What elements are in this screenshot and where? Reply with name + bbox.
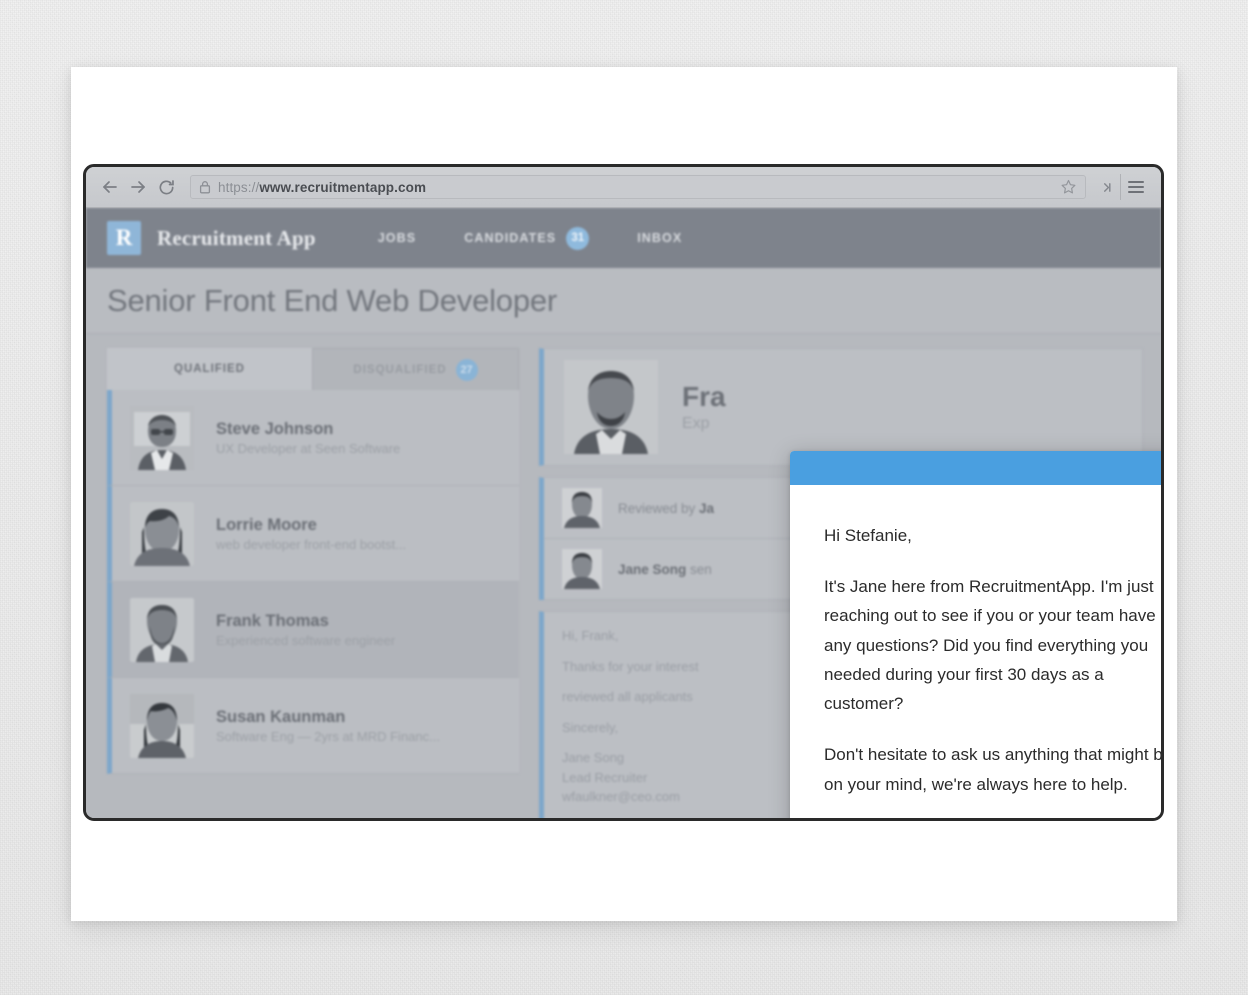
candidate-name: Steve Johnson — [216, 419, 334, 438]
modal-paragraph-2: Don't hesitate to ask us anything that m… — [824, 745, 1161, 794]
browser-toolbar: https://www.recruitmentapp.com — [86, 167, 1161, 208]
list-item-meta: Steve Johnson UX Developer at Seen Softw… — [216, 418, 400, 458]
url-text: https://www.recruitmentapp.com — [218, 180, 426, 195]
activity-suffix: sen — [686, 561, 712, 577]
candidate-role: web developer front-end bootst... — [216, 536, 407, 552]
overflow-arrow-icon[interactable] — [1094, 174, 1121, 200]
page-title-bar: Senior Front End Web Developer — [86, 268, 1161, 334]
disqualified-count-badge: 27 — [455, 358, 478, 381]
candidate-detail-name: Fra — [682, 381, 726, 413]
forward-arrow-icon[interactable] — [124, 173, 152, 201]
app-viewport: R Recruitment App JOBS CANDIDATES 31 INB… — [86, 208, 1161, 818]
activity-actor: Jane Song — [618, 561, 687, 577]
tab-disqualified[interactable]: DISQUALIFIED 27 — [312, 348, 519, 390]
candidates-count-badge: 31 — [566, 226, 590, 250]
candidate-detail-role: Exp — [682, 415, 710, 433]
avatar — [130, 693, 194, 758]
toolbar-right-controls — [1094, 174, 1151, 200]
avatar — [130, 405, 194, 470]
back-arrow-icon[interactable] — [96, 173, 124, 201]
activity-actor: Ja — [699, 500, 715, 516]
url-bar[interactable]: https://www.recruitmentapp.com — [190, 175, 1086, 199]
list-item-meta: Frank Thomas Experienced software engine… — [216, 610, 395, 650]
tab-qualified[interactable]: QUALIFIED — [107, 348, 312, 390]
brand-logo-icon: R — [107, 221, 141, 255]
url-host: www.recruitmentapp.com — [259, 179, 427, 195]
modal-paragraph-1: It's Jane here from RecruitmentApp. I'm … — [824, 577, 1156, 714]
candidate-detail-header: Fra Exp — [539, 348, 1143, 466]
page-title: Senior Front End Web Developer — [107, 282, 558, 318]
nav-item-jobs-label: JOBS — [377, 231, 417, 245]
nav-item-inbox[interactable]: INBOX — [637, 231, 682, 245]
candidate-name: Lorrie Moore — [216, 515, 317, 534]
candidate-detail-meta: Fra Exp — [682, 379, 726, 435]
candidate-role: Experienced software engineer — [216, 632, 396, 648]
url-scheme: https:// — [218, 179, 260, 195]
candidate-role: Software Eng — 2yrs at MRD Financ... — [216, 728, 440, 744]
list-item[interactable]: Steve Johnson UX Developer at Seen Softw… — [107, 390, 519, 486]
main-nav: JOBS CANDIDATES 31 INBOX — [378, 226, 731, 250]
brand-name: Recruitment App — [157, 225, 316, 250]
candidate-tabs: QUALIFIED DISQUALIFIED 27 — [107, 348, 519, 390]
reload-icon[interactable] — [152, 173, 180, 201]
avatar — [562, 488, 602, 528]
avatar — [130, 597, 194, 662]
avatar — [130, 501, 194, 566]
browser-window: https://www.recruitmentapp.com R Recruit… — [83, 164, 1164, 821]
app-header: R Recruitment App JOBS CANDIDATES 31 INB… — [86, 208, 1161, 268]
list-item[interactable]: Lorrie Moore web developer front-end boo… — [107, 486, 519, 582]
candidate-role: UX Developer at Seen Software — [216, 440, 401, 456]
candidate-name: Susan Kaunman — [216, 707, 346, 726]
tab-disqualified-label: DISQUALIFIED — [353, 363, 447, 376]
nav-item-jobs[interactable]: JOBS — [378, 231, 416, 245]
activity-text: Reviewed by Ja — [618, 501, 714, 516]
modal-body: Hi Stefanie, It's Jane here from Recruit… — [790, 485, 1161, 818]
nav-item-inbox-label: INBOX — [637, 231, 683, 245]
activity-text: Jane Song sen — [618, 562, 712, 577]
tab-qualified-label: QUALIFIED — [174, 362, 245, 375]
nav-item-candidates-label: CANDIDATES — [464, 231, 557, 245]
list-item-meta: Susan Kaunman Software Eng — 2yrs at MRD… — [216, 706, 440, 746]
activity-prefix: Reviewed by — [618, 500, 700, 516]
candidate-name: Frank Thomas — [216, 611, 329, 630]
list-item[interactable]: Frank Thomas Experienced software engine… — [107, 582, 519, 678]
lock-icon — [199, 180, 211, 194]
modal-greeting: Hi Stefanie, — [824, 526, 912, 545]
avatar — [564, 360, 658, 454]
message-modal: Hi Stefanie, It's Jane here from Recruit… — [790, 451, 1161, 818]
hamburger-menu-icon[interactable] — [1121, 174, 1151, 200]
list-item[interactable]: Susan Kaunman Software Eng — 2yrs at MRD… — [107, 678, 519, 774]
avatar — [562, 549, 602, 589]
nav-item-candidates[interactable]: CANDIDATES 31 — [464, 226, 590, 250]
list-item-meta: Lorrie Moore web developer front-end boo… — [216, 514, 406, 554]
modal-header — [790, 451, 1161, 485]
bookmark-star-icon[interactable] — [1060, 179, 1077, 196]
candidate-list-column: QUALIFIED DISQUALIFIED 27 Steve Johnson … — [107, 348, 519, 818]
